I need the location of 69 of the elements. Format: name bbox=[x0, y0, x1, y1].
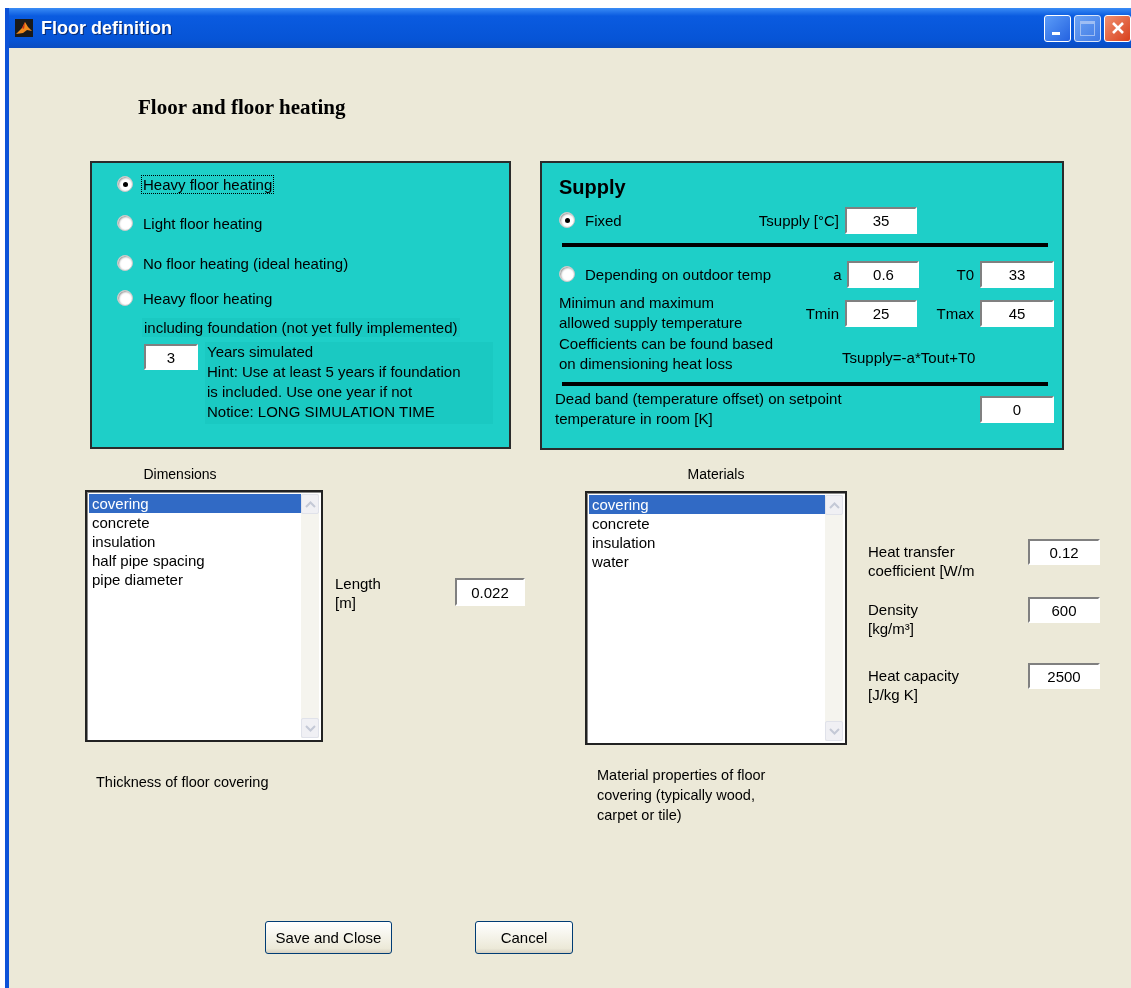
property-field[interactable]: 600 bbox=[1028, 597, 1100, 623]
radio-option[interactable]: Light floor heating bbox=[117, 212, 509, 234]
field-label: Tmin bbox=[805, 304, 839, 322]
min-temp-field[interactable]: 25 bbox=[845, 299, 917, 327]
chevron-down-icon[interactable] bbox=[828, 727, 840, 735]
description-text: Material properties of floor covering (typically wood, carpet or tile) bbox=[597, 766, 767, 825]
radio-icon[interactable] bbox=[117, 255, 133, 271]
coefficient-field[interactable]: 0.6 bbox=[847, 260, 920, 288]
materials-listbox[interactable]: covering concrete insulation water bbox=[585, 491, 847, 745]
scrollbar[interactable] bbox=[301, 494, 319, 738]
radio-icon[interactable] bbox=[559, 266, 575, 282]
property-label: Heat transfer coefficient [W/m bbox=[868, 542, 975, 580]
property-field[interactable]: 2500 bbox=[1028, 663, 1100, 689]
description-text: Thickness of floor covering bbox=[96, 773, 270, 792]
window-title: Floor definition bbox=[41, 17, 172, 39]
list-item[interactable]: concrete bbox=[89, 513, 301, 532]
dimensions-listbox[interactable]: covering concrete insulation half pipe spacing pipe diameter bbox=[85, 490, 323, 742]
supply-temp-field[interactable]: 35 bbox=[845, 206, 917, 234]
length-field[interactable]: 0.022 bbox=[455, 578, 525, 606]
dead-band-text: Dead band (temperature offset) on setpoint temperature in room [K] bbox=[555, 389, 843, 429]
close-button[interactable] bbox=[1104, 14, 1131, 42]
section-heading: Floor and floor heating bbox=[137, 94, 347, 121]
list-item[interactable]: covering bbox=[89, 494, 301, 513]
radio-option[interactable]: Heavy floor heating bbox=[117, 287, 509, 309]
radio-option[interactable]: Depending on outdoor temp bbox=[559, 263, 772, 285]
radio-icon[interactable] bbox=[117, 290, 133, 306]
note-text: including foundation (not yet fully implemented) bbox=[142, 318, 460, 337]
chevron-up-icon[interactable] bbox=[828, 501, 840, 509]
radio-option[interactable]: No floor heating (ideal heating) bbox=[117, 252, 509, 274]
years-field[interactable]: 3 bbox=[144, 344, 198, 370]
radio-option[interactable]: Heavy floor heating bbox=[117, 173, 509, 195]
list-item[interactable]: water bbox=[589, 552, 825, 571]
list-item[interactable]: concrete bbox=[589, 514, 825, 533]
maximize-button[interactable] bbox=[1074, 14, 1101, 42]
formula-text: Tsupply=-a*Tout+T0 bbox=[842, 347, 977, 366]
field-label: a bbox=[833, 265, 842, 283]
cancel-button[interactable]: Cancel bbox=[475, 921, 573, 954]
group-label: Materials bbox=[686, 466, 746, 484]
list-item[interactable]: insulation bbox=[589, 533, 825, 552]
panel-title: Supply bbox=[559, 176, 627, 200]
limits-text: Minimun and maximum allowed supply temperature bbox=[559, 293, 744, 333]
list-item[interactable]: covering bbox=[589, 495, 825, 514]
radio-icon[interactable] bbox=[117, 176, 133, 192]
field-label: Tmax bbox=[936, 304, 974, 322]
radio-option[interactable]: Fixed bbox=[559, 209, 747, 231]
max-temp-field[interactable]: 45 bbox=[980, 299, 1054, 327]
chevron-up-icon[interactable] bbox=[304, 500, 316, 508]
field-label: Length [m] bbox=[335, 574, 382, 613]
radio-icon[interactable] bbox=[117, 215, 133, 231]
property-label: Density [kg/m³] bbox=[868, 600, 919, 638]
minimize-button[interactable] bbox=[1044, 14, 1071, 42]
property-label: Heat capacity [J/kg K] bbox=[868, 666, 959, 704]
scrollbar[interactable] bbox=[825, 495, 843, 741]
list-item[interactable]: insulation bbox=[89, 532, 301, 551]
save-button[interactable]: Save and Close bbox=[265, 921, 392, 954]
chevron-down-icon[interactable] bbox=[304, 724, 316, 732]
close-icon bbox=[1110, 21, 1125, 35]
field-label: T0 bbox=[956, 265, 974, 283]
field-label: Tsupply [°C] bbox=[758, 211, 839, 229]
offset-field[interactable]: 33 bbox=[980, 260, 1054, 288]
list-item[interactable]: half pipe spacing bbox=[89, 551, 301, 570]
coefficients-text: Coefficients can be found based on dimensioning heat loss bbox=[559, 334, 775, 374]
list-item[interactable]: pipe diameter bbox=[89, 570, 301, 589]
property-field[interactable]: 0.12 bbox=[1028, 539, 1100, 565]
hint-text: Years simulated Hint: Use at least 5 years if foundation is included. Use one year if not Notice: LONG SIMULATION TIME bbox=[205, 342, 493, 424]
radio-icon[interactable] bbox=[559, 212, 575, 228]
app-icon bbox=[15, 19, 33, 37]
dead-band-field[interactable]: 0 bbox=[980, 395, 1054, 423]
group-label: Dimensions bbox=[142, 466, 218, 484]
